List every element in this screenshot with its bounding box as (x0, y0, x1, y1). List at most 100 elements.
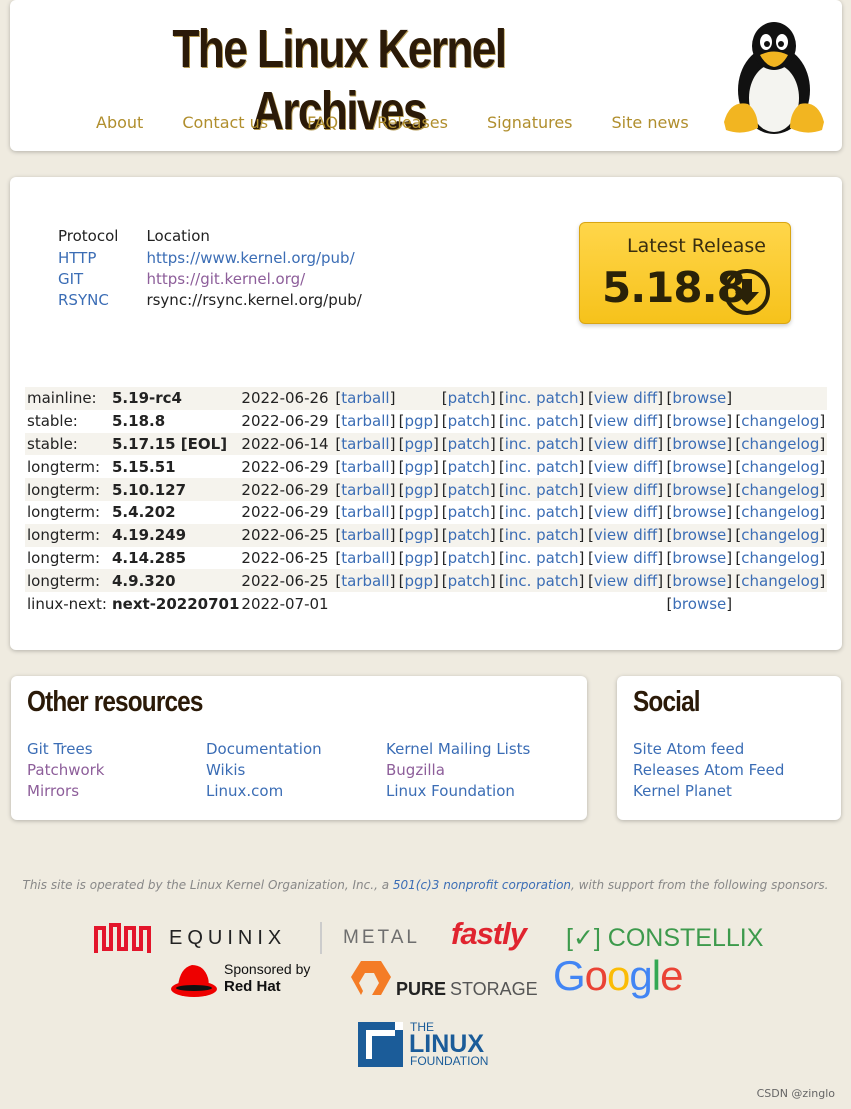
browse-link[interactable]: browse (672, 435, 726, 453)
browse-link[interactable]: browse (672, 549, 726, 567)
sponsor-fastly[interactable]: fastly (451, 916, 527, 952)
patch-link[interactable]: patch (448, 389, 490, 407)
nav-site-news[interactable]: Site news (612, 113, 689, 132)
link-mailing-lists[interactable]: Kernel Mailing Lists (386, 739, 530, 760)
pgp-link[interactable]: pgp (404, 481, 433, 499)
inc-patch-link[interactable]: inc. patch (505, 481, 579, 499)
changelog-link[interactable]: changelog (741, 503, 819, 521)
sponsor-google[interactable]: Google (553, 952, 683, 1000)
browse-link[interactable]: browse (672, 595, 726, 613)
pgp-link[interactable]: pgp (404, 572, 433, 590)
location-http[interactable]: https://www.kernel.org/pub/ (146, 247, 389, 268)
inc-patch-link[interactable]: inc. patch (505, 526, 579, 544)
tarball-link[interactable]: tarball (341, 481, 389, 499)
changelog-link[interactable]: changelog (741, 458, 819, 476)
inc-patch-link[interactable]: inc. patch (505, 572, 579, 590)
sponsor-redhat[interactable]: Sponsored by Red Hat (170, 960, 330, 1000)
latest-release-button[interactable]: Latest Release 5.18.8 (579, 222, 791, 324)
view-diff-link[interactable]: view diff (594, 412, 657, 430)
view-diff-link[interactable]: view diff (594, 572, 657, 590)
patch-link[interactable]: patch (448, 572, 490, 590)
browse-link[interactable]: browse (672, 412, 726, 430)
browse-link[interactable]: browse (672, 526, 726, 544)
nav-faq[interactable]: FAQ (307, 113, 338, 132)
pgp-link[interactable]: pgp (404, 435, 433, 453)
pgp-link[interactable]: pgp (404, 549, 433, 567)
browse-link[interactable]: browse (672, 503, 726, 521)
nav-contact[interactable]: Contact us (182, 113, 268, 132)
bracket: ] (389, 503, 396, 522)
link-mirrors[interactable]: Mirrors (27, 781, 105, 802)
nav-about[interactable]: About (96, 113, 143, 132)
nonprofit-link[interactable]: 501(c)3 nonprofit corporation (393, 878, 571, 892)
sponsor-linux-foundation[interactable]: THE LINUX FOUNDATION (358, 1020, 498, 1068)
view-diff-link[interactable]: view diff (594, 526, 657, 544)
tarball-link[interactable]: tarball (341, 503, 389, 521)
link-patchwork[interactable]: Patchwork (27, 760, 105, 781)
pgp-link[interactable]: pgp (404, 503, 433, 521)
browse-link[interactable]: browse (672, 458, 726, 476)
inc-patch-link[interactable]: inc. patch (505, 435, 579, 453)
changelog-link[interactable]: changelog (741, 412, 819, 430)
inc-patch-link[interactable]: inc. patch (505, 389, 579, 407)
tarball-link[interactable]: tarball (341, 572, 389, 590)
patch-link[interactable]: patch (448, 412, 490, 430)
patch-link[interactable]: patch (448, 458, 490, 476)
browse-link[interactable]: browse (672, 572, 726, 590)
view-diff-link[interactable]: view diff (594, 458, 657, 476)
link-releases-atom-feed[interactable]: Releases Atom Feed (633, 760, 784, 781)
bracket: ] (726, 457, 733, 476)
pgp-link[interactable]: pgp (404, 458, 433, 476)
link-linux-foundation[interactable]: Linux Foundation (386, 781, 530, 802)
link-git-trees[interactable]: Git Trees (27, 739, 105, 760)
sponsor-purestorage[interactable]: PURE STORAGE (350, 959, 538, 999)
changelog-link[interactable]: changelog (741, 549, 819, 567)
tarball-link[interactable]: tarball (341, 458, 389, 476)
tarball-link[interactable]: tarball (341, 389, 389, 407)
inc-patch-link[interactable]: inc. patch (505, 503, 579, 521)
link-site-atom-feed[interactable]: Site Atom feed (633, 739, 784, 760)
release-link-cell: [pgp] (397, 547, 440, 570)
changelog-link[interactable]: changelog (741, 435, 819, 453)
browse-link[interactable]: browse (672, 389, 726, 407)
tarball-link[interactable]: tarball (341, 549, 389, 567)
inc-patch-link[interactable]: inc. patch (505, 412, 579, 430)
release-date: 2022-07-01 (241, 594, 329, 613)
tarball-link[interactable]: tarball (341, 412, 389, 430)
sponsor-equinix[interactable]: EQUINIX (93, 920, 319, 956)
view-diff-link[interactable]: view diff (594, 481, 657, 499)
link-kernel-planet[interactable]: Kernel Planet (633, 781, 784, 802)
nav-signatures[interactable]: Signatures (487, 113, 573, 132)
patch-link[interactable]: patch (448, 503, 490, 521)
release-link-cell: [patch] (440, 387, 497, 410)
browse-link[interactable]: browse (672, 481, 726, 499)
protocol-rsync[interactable]: RSYNC (58, 289, 146, 310)
link-documentation[interactable]: Documentation (206, 739, 322, 760)
view-diff-link[interactable]: view diff (594, 389, 657, 407)
protocol-git[interactable]: GIT (58, 268, 146, 289)
changelog-link[interactable]: changelog (741, 481, 819, 499)
link-bugzilla[interactable]: Bugzilla (386, 760, 530, 781)
view-diff-link[interactable]: view diff (594, 435, 657, 453)
patch-link[interactable]: patch (448, 481, 490, 499)
tarball-link[interactable]: tarball (341, 526, 389, 544)
protocol-http[interactable]: HTTP (58, 247, 146, 268)
view-diff-link[interactable]: view diff (594, 549, 657, 567)
changelog-link[interactable]: changelog (741, 572, 819, 590)
patch-link[interactable]: patch (448, 526, 490, 544)
sponsor-constellix[interactable]: [✓] CONSTELLIX (566, 923, 763, 953)
patch-link[interactable]: patch (448, 549, 490, 567)
pgp-link[interactable]: pgp (404, 526, 433, 544)
nav-releases[interactable]: Releases (377, 113, 448, 132)
patch-link[interactable]: patch (448, 435, 490, 453)
link-wikis[interactable]: Wikis (206, 760, 322, 781)
pgp-link[interactable]: pgp (404, 412, 433, 430)
inc-patch-link[interactable]: inc. patch (505, 549, 579, 567)
sponsor-metal[interactable]: METAL (343, 927, 420, 949)
tarball-link[interactable]: tarball (341, 435, 389, 453)
inc-patch-link[interactable]: inc. patch (505, 458, 579, 476)
view-diff-link[interactable]: view diff (594, 503, 657, 521)
location-git[interactable]: https://git.kernel.org/ (146, 268, 389, 289)
changelog-link[interactable]: changelog (741, 526, 819, 544)
link-linux-com[interactable]: Linux.com (206, 781, 322, 802)
